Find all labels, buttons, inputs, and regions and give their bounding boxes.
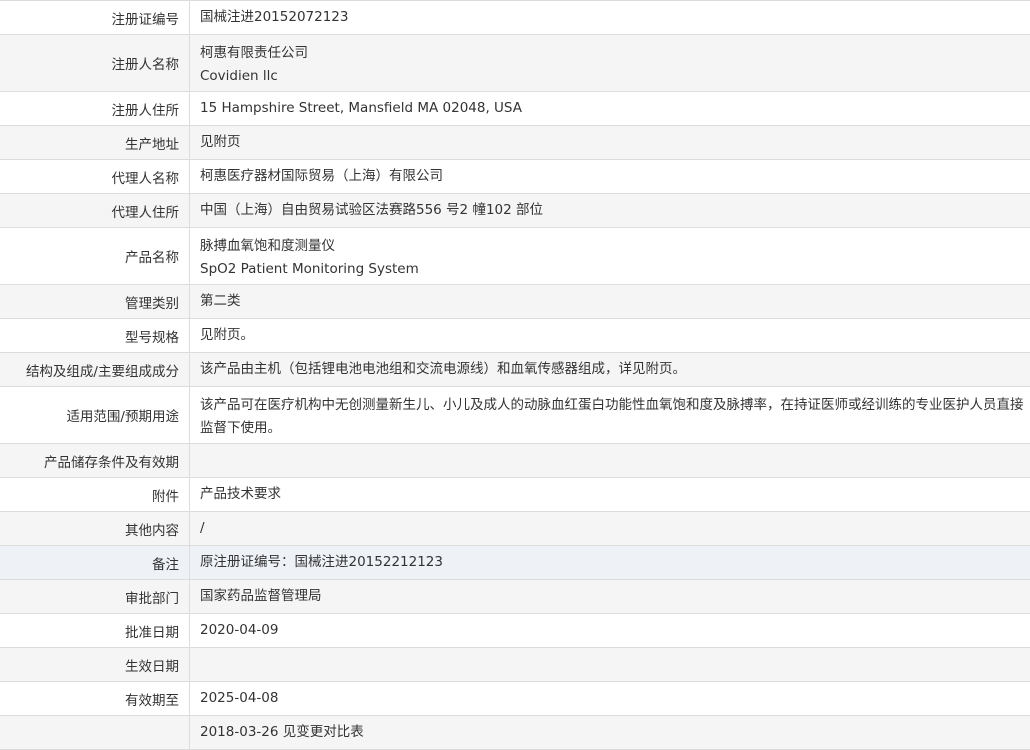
row-model-spec: 型号规格 见附页。 <box>0 319 1030 353</box>
row-effective-date: 生效日期 <box>0 648 1030 682</box>
row-label <box>0 716 190 749</box>
row-value: 脉搏血氧饱和度测量仪 SpO2 Patient Monitoring Syste… <box>200 238 419 277</box>
row-value: 国家药品监督管理局 <box>200 588 322 604</box>
row-value: 2018-03-26 见变更对比表 <box>200 724 364 740</box>
row-change-history: 2018-03-26 见变更对比表 <box>0 716 1030 750</box>
row-label: 生产地址 <box>0 126 190 159</box>
row-value: 第二类 <box>200 293 241 309</box>
row-value: 该产品由主机（包括锂电池电池组和交流电源线）和血氧传感器组成，详见附页。 <box>200 361 686 377</box>
row-value: 中国（上海）自由贸易试验区法赛路556 号2 幢102 部位 <box>200 202 543 218</box>
row-value <box>190 444 1030 477</box>
registration-info-table: 注册证编号 国械注进20152072123 注册人名称 柯惠有限责任公司 Cov… <box>0 0 1030 750</box>
row-label: 适用范围/预期用途 <box>0 387 190 443</box>
row-value: 柯惠医疗器材国际贸易（上海）有限公司 <box>200 168 443 184</box>
row-label: 产品储存条件及有效期 <box>0 444 190 477</box>
row-value: 柯惠有限责任公司 Covidien llc <box>200 45 308 84</box>
row-value: 该产品可在医疗机构中无创测量新生儿、小儿及成人的动脉血红蛋白功能性血氧饱和度及脉… <box>200 397 1024 436</box>
row-value: / <box>200 520 205 536</box>
row-product-name: 产品名称 脉搏血氧饱和度测量仪 SpO2 Patient Monitoring … <box>0 228 1030 285</box>
row-approval-department: 审批部门 国家药品监督管理局 <box>0 580 1030 614</box>
row-registrant-name: 注册人名称 柯惠有限责任公司 Covidien llc <box>0 35 1030 92</box>
row-value <box>190 648 1030 681</box>
row-label: 注册人住所 <box>0 92 190 125</box>
row-value: 国械注进20152072123 <box>200 9 349 25</box>
row-structure-composition: 结构及组成/主要组成成分 该产品由主机（包括锂电池电池组和交流电源线）和血氧传感… <box>0 353 1030 387</box>
row-intended-use: 适用范围/预期用途 该产品可在医疗机构中无创测量新生儿、小儿及成人的动脉血红蛋白… <box>0 387 1030 444</box>
row-label: 生效日期 <box>0 648 190 681</box>
row-attachment: 附件 产品技术要求 <box>0 478 1030 512</box>
row-agent-address: 代理人住所 中国（上海）自由贸易试验区法赛路556 号2 幢102 部位 <box>0 194 1030 228</box>
row-value: 见附页。 <box>200 327 254 343</box>
row-value: 原注册证编号：国械注进20152212123 <box>200 554 443 570</box>
row-agent-name: 代理人名称 柯惠医疗器材国际贸易（上海）有限公司 <box>0 160 1030 194</box>
row-value: 2020-04-09 <box>200 622 279 638</box>
row-value: 2025-04-08 <box>200 690 279 706</box>
row-label: 管理类别 <box>0 285 190 318</box>
row-label: 审批部门 <box>0 580 190 613</box>
row-label: 备注 <box>0 546 190 579</box>
row-valid-until: 有效期至 2025-04-08 <box>0 682 1030 716</box>
row-label: 代理人住所 <box>0 194 190 227</box>
row-label: 型号规格 <box>0 319 190 352</box>
row-label: 结构及组成/主要组成成分 <box>0 353 190 386</box>
row-label: 注册人名称 <box>0 35 190 91</box>
row-label: 产品名称 <box>0 228 190 284</box>
row-registration-number: 注册证编号 国械注进20152072123 <box>0 1 1030 35</box>
row-label: 代理人名称 <box>0 160 190 193</box>
row-value: 产品技术要求 <box>200 486 281 502</box>
row-label: 批准日期 <box>0 614 190 647</box>
row-label: 有效期至 <box>0 682 190 715</box>
row-management-class: 管理类别 第二类 <box>0 285 1030 319</box>
row-label: 附件 <box>0 478 190 511</box>
row-label: 其他内容 <box>0 512 190 545</box>
row-production-address: 生产地址 见附页 <box>0 126 1030 160</box>
row-approval-date: 批准日期 2020-04-09 <box>0 614 1030 648</box>
row-other-content: 其他内容 / <box>0 512 1030 546</box>
row-value: 见附页 <box>200 134 241 150</box>
row-storage-validity: 产品储存条件及有效期 <box>0 444 1030 478</box>
row-value: 15 Hampshire Street, Mansfield MA 02048,… <box>200 100 522 116</box>
row-registrant-address: 注册人住所 15 Hampshire Street, Mansfield MA … <box>0 92 1030 126</box>
row-label: 注册证编号 <box>0 1 190 34</box>
row-remark: 备注 原注册证编号：国械注进20152212123 <box>0 546 1030 580</box>
